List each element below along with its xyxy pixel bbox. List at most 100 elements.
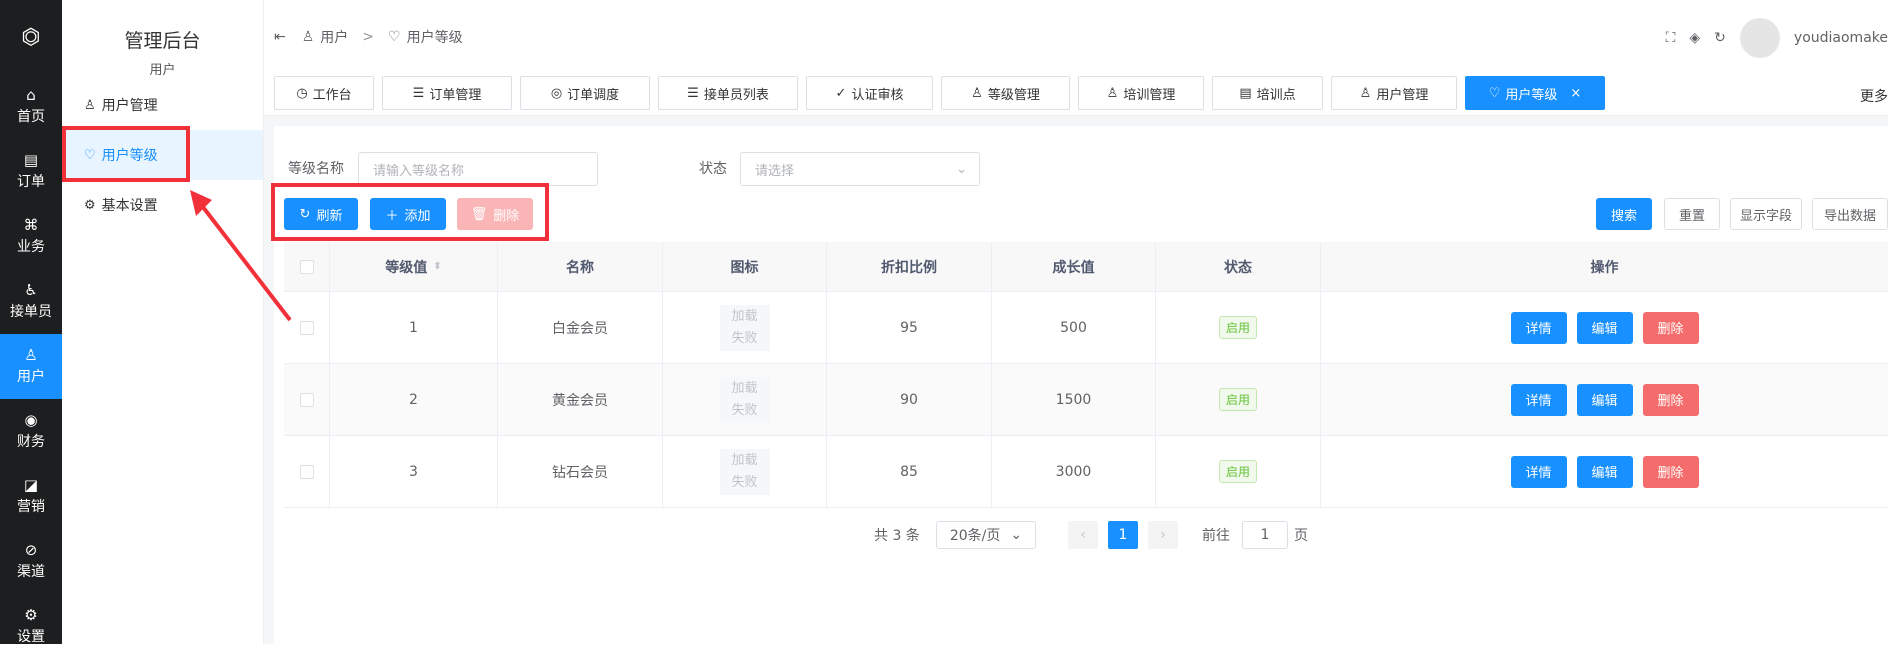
tab-rider-list[interactable]: ☰ 接单员列表 <box>658 76 798 110</box>
edit-button[interactable]: 编辑 <box>1576 383 1633 416</box>
chevron-down-icon: ⌄ <box>956 161 967 177</box>
breadcrumb-user-icon: ♙ <box>301 29 315 45</box>
tab-order-management[interactable]: ☰ 订单管理 <box>382 76 512 110</box>
tab-level-management[interactable]: ♙ 等级管理 <box>941 76 1070 110</box>
list-icon: ☰ <box>412 85 425 101</box>
row-checkbox[interactable] <box>299 392 314 407</box>
rail-item-home[interactable]: ⌂ 首页 <box>0 74 62 139</box>
sidebar-item-basic-settings[interactable]: ⚙ 基本设置 <box>62 180 263 230</box>
rail-item-finance[interactable]: ◉ 财务 <box>0 399 62 464</box>
cell-status: 启用 <box>1156 364 1321 435</box>
next-page-button[interactable]: › <box>1148 521 1178 549</box>
rail-item-business[interactable]: ⌘ 业务 <box>0 204 62 269</box>
close-icon[interactable]: × <box>1570 86 1581 101</box>
search-button[interactable]: 搜索 <box>1596 198 1652 230</box>
rail-label: 接单员 <box>10 304 52 320</box>
cell-growth: 1500 <box>992 364 1156 435</box>
status-placeholder: 请选择 <box>755 163 795 179</box>
tab-label: 订单调度 <box>567 87 620 103</box>
page-number[interactable]: 1 <box>1108 521 1138 549</box>
detail-button[interactable]: 详情 <box>1510 383 1567 416</box>
header-icon: 图标 <box>663 242 827 291</box>
cell-discount: 85 <box>827 436 992 507</box>
status-badge: 启用 <box>1218 388 1257 411</box>
level-name-label: 等级名称 <box>288 161 344 177</box>
check-icon: ✓ <box>835 85 847 101</box>
user-icon: ♙ <box>84 97 96 113</box>
breadcrumb-item: 用户等级 <box>406 30 463 46</box>
sort-icon[interactable]: ⬍ <box>433 261 441 272</box>
username[interactable]: youdiaomake <box>1794 30 1888 46</box>
rail-item-order[interactable]: ▤ 订单 <box>0 139 62 204</box>
cell-name: 黄金会员 <box>498 364 663 435</box>
tab-label: 工作台 <box>312 87 352 103</box>
prev-page-button[interactable]: ‹ <box>1068 521 1098 549</box>
fullscreen-icon[interactable]: ⛶ <box>1666 30 1676 46</box>
select-all-checkbox[interactable] <box>299 259 314 274</box>
tab-user-level[interactable]: ♡ 用户等级 × <box>1465 76 1605 110</box>
bike-icon: ♿ <box>24 281 38 299</box>
level-table: 等级值 ⬍ 名称 图标 折扣比例 成长值 状态 操作 1 白金会员 加载失败 95… <box>284 242 1888 508</box>
table-header: 等级值 ⬍ 名称 图标 折扣比例 成长值 状态 操作 <box>284 242 1888 292</box>
rail-item-user[interactable]: ♙ 用户 <box>0 334 62 399</box>
pager-size-wrap: 20条/页 ⌄ <box>936 520 1036 550</box>
user-icon: ♙ <box>24 346 38 364</box>
rail-label: 设置 <box>17 629 45 645</box>
level-name-input[interactable]: 请输入等级名称 <box>358 152 598 186</box>
row-select-cell <box>284 436 330 507</box>
rail-item-marketing[interactable]: ◪ 营销 <box>0 464 62 529</box>
tab-training-management[interactable]: ♙ 培训管理 <box>1078 76 1204 110</box>
edit-button[interactable]: 编辑 <box>1576 455 1633 488</box>
tab-training-point[interactable]: ▤ 培训点 <box>1212 76 1323 110</box>
logo-icon[interactable]: ⏣ <box>0 0 62 74</box>
select-all-cell <box>284 242 330 291</box>
cell-actions: 详情 编辑 删除 <box>1321 364 1888 435</box>
export-button[interactable]: 导出数据 <box>1812 198 1888 230</box>
rail-item-settings[interactable]: ⚙ 设置 <box>0 594 62 659</box>
table-row: 2 黄金会员 加载失败 90 1500 启用 详情 编辑 删除 <box>284 364 1888 436</box>
menu-toggle-icon[interactable]: ⇤ <box>274 29 286 45</box>
header-growth: 成长值 <box>992 242 1156 291</box>
pager-prev-wrap: ‹ <box>1068 520 1098 550</box>
refresh-icon[interactable]: ↻ <box>1714 30 1726 46</box>
detail-button[interactable]: 详情 <box>1510 311 1567 344</box>
tab-label: 用户等级 <box>1505 87 1558 103</box>
cell-icon: 加载失败 <box>663 292 827 363</box>
status-select[interactable]: 请选择 ⌄ <box>740 152 980 186</box>
tab-user-management[interactable]: ♙ 用户管理 <box>1331 76 1457 110</box>
cell-name: 白金会员 <box>498 292 663 363</box>
avatar[interactable] <box>1739 18 1780 58</box>
row-checkbox[interactable] <box>299 464 314 479</box>
row-select-cell <box>284 292 330 363</box>
header-discount: 折扣比例 <box>827 242 992 291</box>
tab-workbench[interactable]: ◷ 工作台 <box>274 76 374 110</box>
detail-button[interactable]: 详情 <box>1510 455 1567 488</box>
rail-item-channel[interactable]: ⊘ 渠道 <box>0 529 62 594</box>
tab-label: 接单员列表 <box>703 87 769 103</box>
row-delete-button[interactable]: 删除 <box>1642 311 1699 344</box>
topbar-tools: ⛶ ◈ ↻ youdiaomake <box>1666 18 1888 58</box>
rail-item-rider[interactable]: ♿ 接单员 <box>0 269 62 334</box>
marketing-icon: ◪ <box>23 476 39 494</box>
tab-certification[interactable]: ✓ 认证审核 <box>806 76 933 110</box>
sidebar-item-user-management[interactable]: ♙ 用户管理 <box>62 80 263 130</box>
row-checkbox[interactable] <box>299 320 314 335</box>
tabs-more[interactable]: 更多 <box>1860 86 1888 106</box>
header-level[interactable]: 等级值 ⬍ <box>330 242 498 291</box>
show-fields-button[interactable]: 显示字段 <box>1730 198 1802 230</box>
row-delete-button[interactable]: 删除 <box>1642 455 1699 488</box>
highlight-box-actions <box>271 183 549 241</box>
skin-icon[interactable]: ◈ <box>1689 30 1700 46</box>
location-icon: ◎ <box>550 85 563 101</box>
breadcrumb: ⇤ ♙ 用户 > ♡ 用户等级 <box>274 27 463 47</box>
status-badge: 启用 <box>1218 460 1257 483</box>
home-icon: ⌂ <box>26 86 36 104</box>
edit-button[interactable]: 编辑 <box>1576 311 1633 344</box>
goto-page-input[interactable]: 1 <box>1242 521 1288 549</box>
cell-icon: 加载失败 <box>663 436 827 507</box>
tab-order-dispatch[interactable]: ◎ 订单调度 <box>520 76 650 110</box>
row-delete-button[interactable]: 删除 <box>1642 383 1699 416</box>
reset-button[interactable]: 重置 <box>1664 198 1720 230</box>
page-size-select[interactable]: 20条/页 ⌄ <box>936 521 1036 549</box>
breadcrumb-item[interactable]: 用户 <box>320 27 348 47</box>
